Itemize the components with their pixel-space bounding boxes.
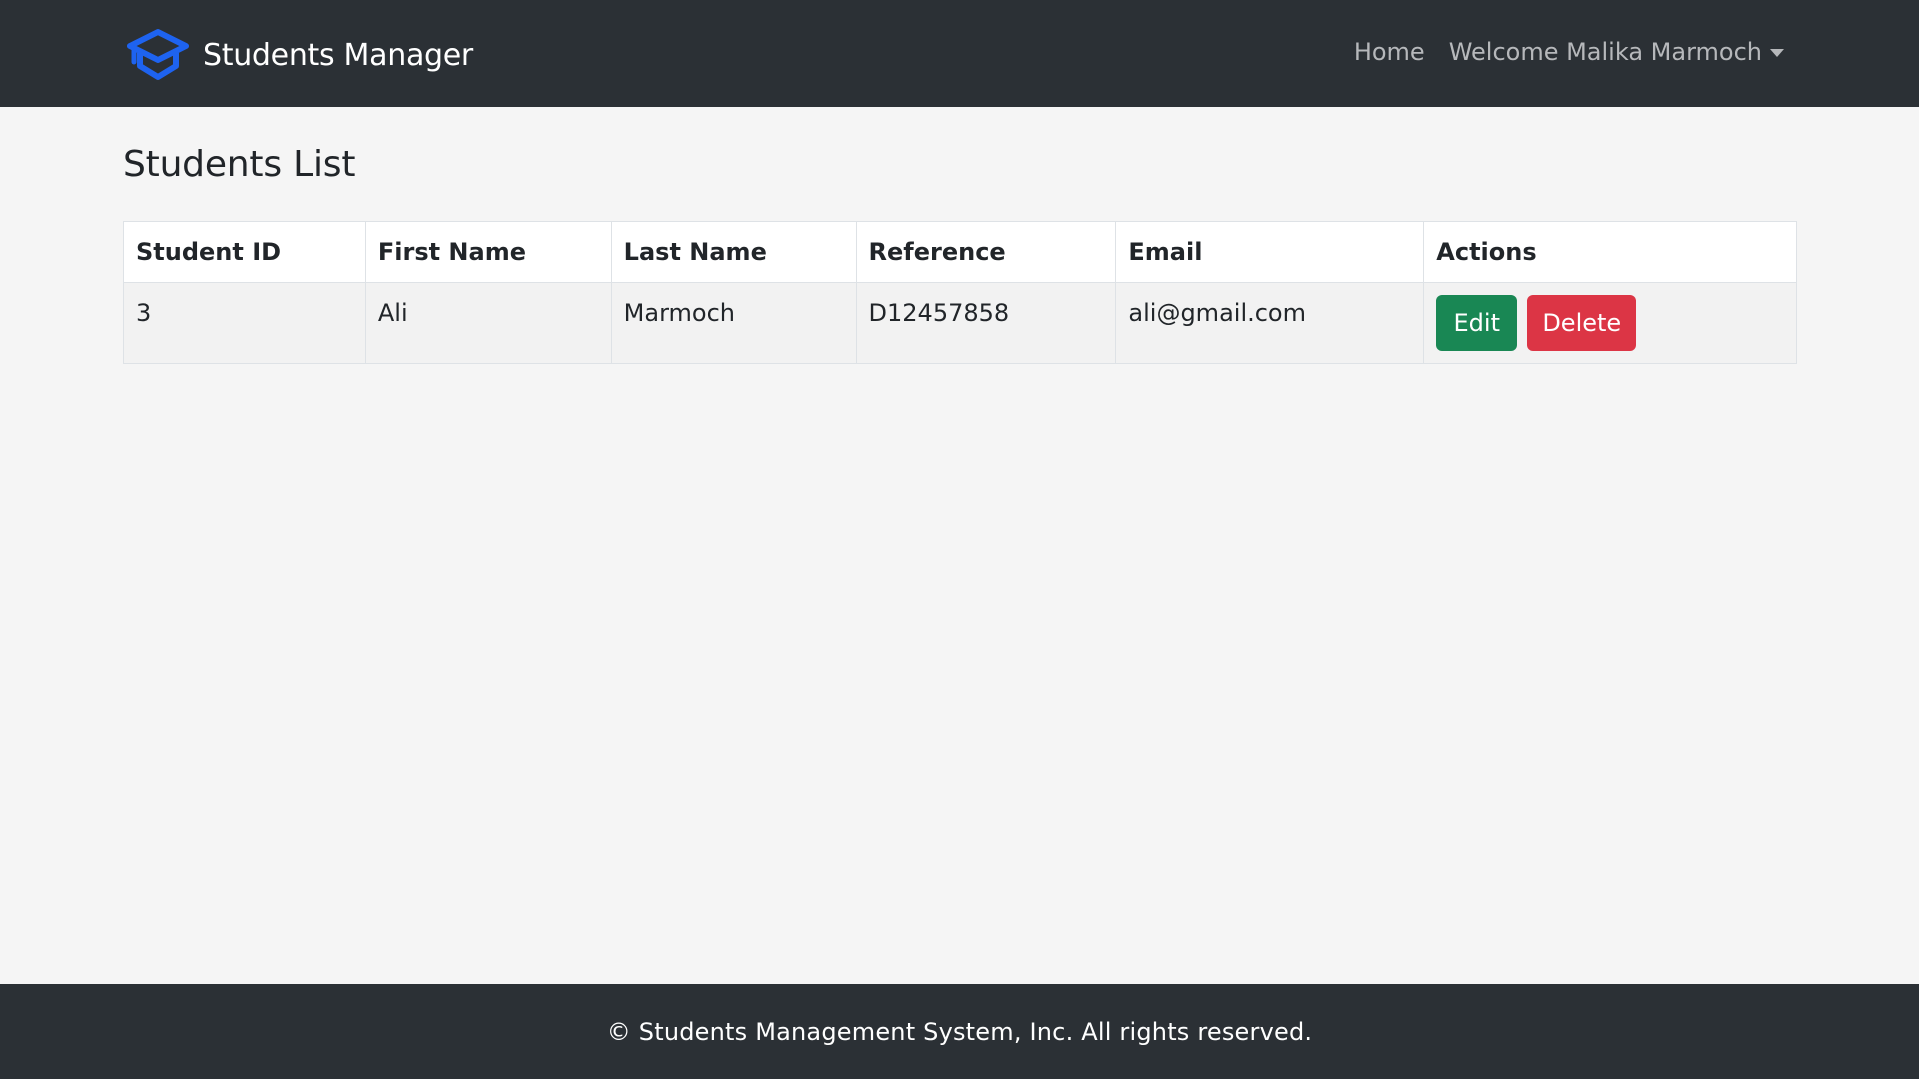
top-navbar: Students Manager Home Welcome Malika Mar… xyxy=(0,0,1919,107)
header-first-name: First Name xyxy=(364,221,612,283)
brand-link[interactable]: Students Manager xyxy=(127,28,473,82)
brand-title: Students Manager xyxy=(203,37,473,73)
page-footer: © Students Management System, Inc. All r… xyxy=(0,984,1919,1079)
header-email: Email xyxy=(1115,221,1425,283)
cell-last-name: Marmoch xyxy=(610,282,857,364)
header-last-name: Last Name xyxy=(610,221,857,283)
table-header-row: Student ID First Name Last Name Referenc… xyxy=(123,221,1797,283)
header-actions: Actions xyxy=(1423,221,1797,283)
cell-student-id: 3 xyxy=(123,282,366,364)
copyright-text: © Students Management System, Inc. All r… xyxy=(606,1017,1313,1046)
delete-button[interactable]: Delete xyxy=(1527,295,1637,351)
edit-button[interactable]: Edit xyxy=(1436,295,1518,351)
user-menu-label: Welcome Malika Marmoch xyxy=(1448,38,1762,66)
nav-home-link[interactable]: Home xyxy=(1354,38,1425,66)
cell-email: ali@gmail.com xyxy=(1115,282,1425,364)
page-title: Students List xyxy=(123,144,356,185)
main-content: Students List Student ID First Name Last… xyxy=(123,107,1797,364)
cell-actions: Edit Delete xyxy=(1423,282,1797,364)
cell-reference: D12457858 xyxy=(855,282,1117,364)
nav-links: Home Welcome Malika Marmoch xyxy=(1354,38,1784,66)
students-table: Student ID First Name Last Name Referenc… xyxy=(123,221,1797,364)
table-row: 3 Ali Marmoch D12457858 ali@gmail.com Ed… xyxy=(123,282,1797,364)
header-student-id: Student ID xyxy=(123,221,366,283)
header-reference: Reference xyxy=(855,221,1117,283)
user-menu-dropdown[interactable]: Welcome Malika Marmoch xyxy=(1449,38,1784,66)
cell-first-name: Ali xyxy=(364,282,612,364)
caret-down-icon xyxy=(1770,49,1784,57)
graduation-cap-icon xyxy=(127,29,189,80)
